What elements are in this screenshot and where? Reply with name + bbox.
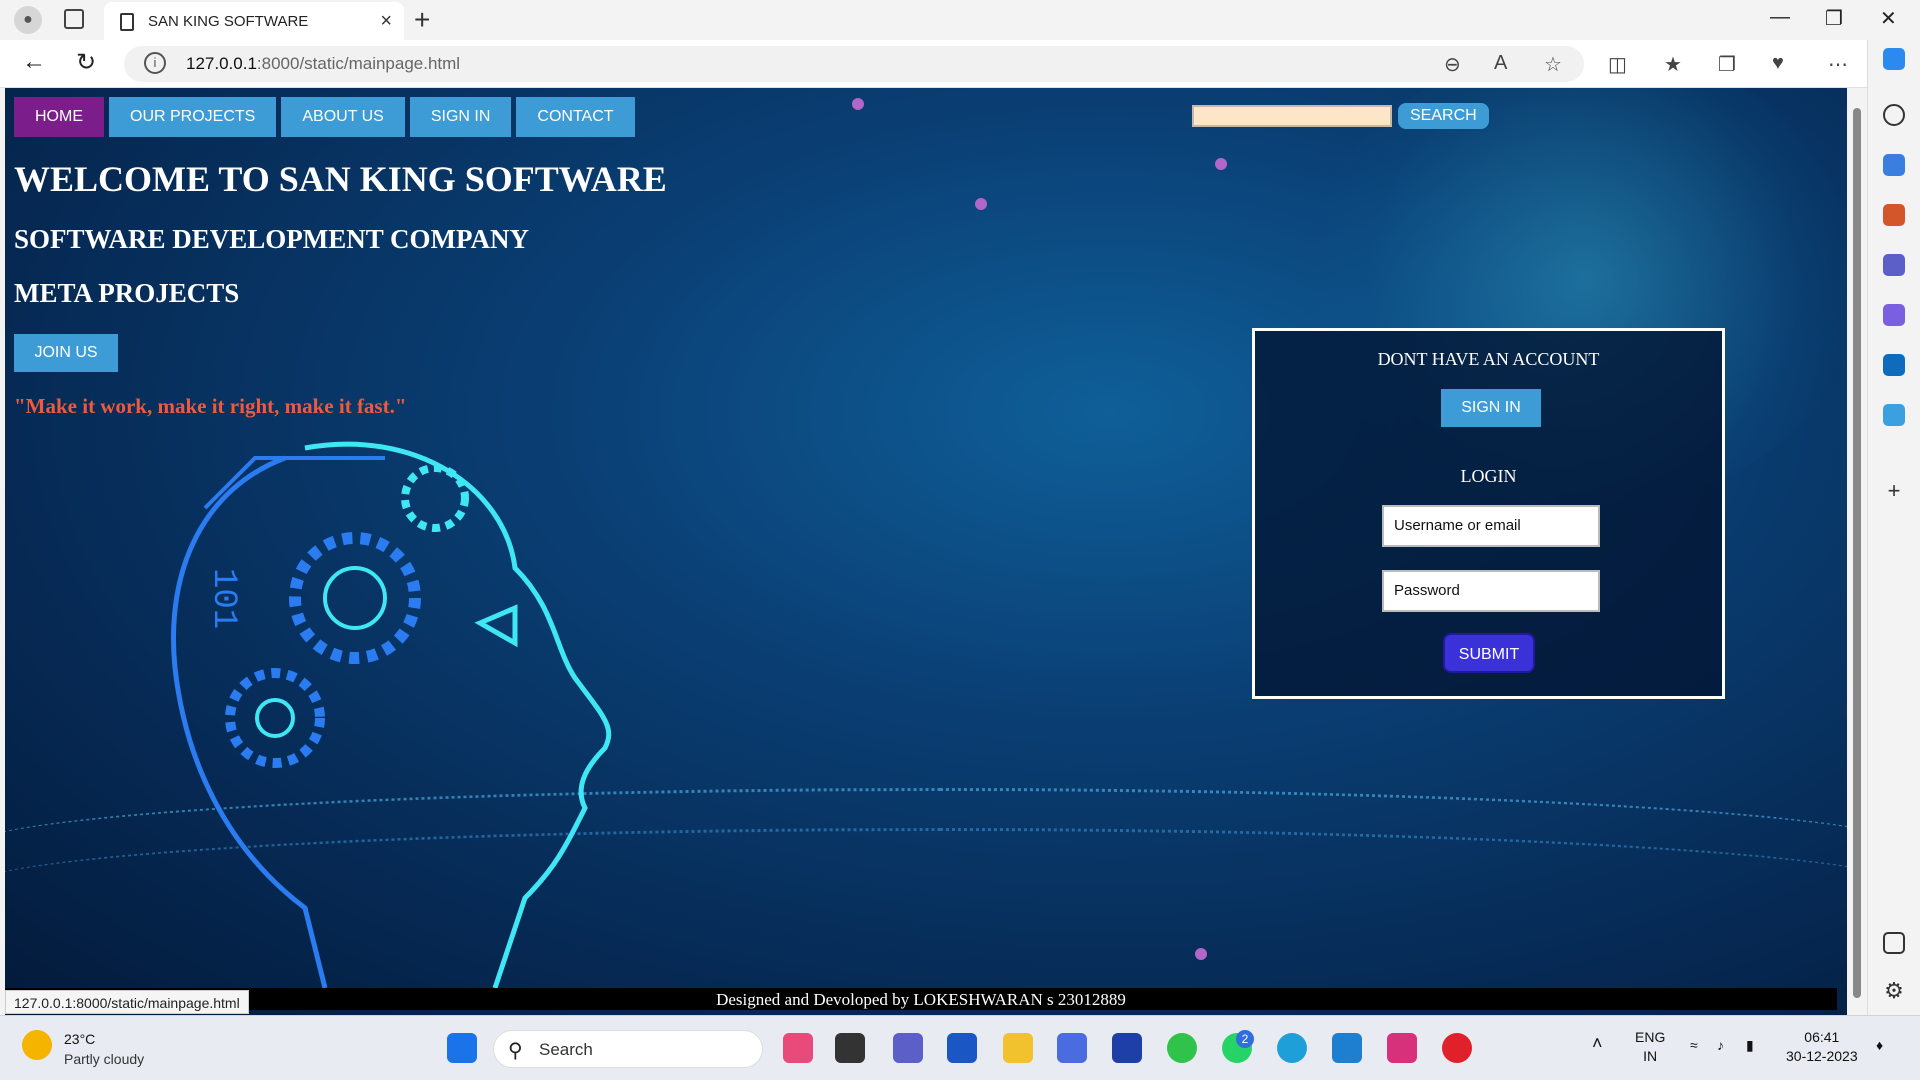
page-scrollbar[interactable] [1847, 88, 1867, 1015]
hide-sidebar-icon[interactable] [1883, 932, 1905, 954]
nav-contact[interactable]: CONTACT [516, 97, 635, 137]
sidebar-search-icon[interactable] [1883, 104, 1905, 126]
login-heading: LOGIN [1460, 466, 1517, 486]
nav-about-us[interactable]: ABOUT US [281, 97, 405, 137]
network-node [852, 98, 864, 110]
edge-sidebar: + ⚙ [1867, 40, 1920, 1015]
copilot-icon[interactable] [1883, 48, 1905, 70]
clock[interactable]: 06:41 30-12-2023 [1786, 1028, 1858, 1066]
weather-desc: Partly cloudy [64, 1051, 145, 1067]
nav-home[interactable]: HOME [14, 97, 104, 137]
page-footer: Designed and Devoloped by LOKESHWARAN s … [5, 988, 1837, 1010]
split-screen-icon[interactable]: ◫ [1608, 52, 1627, 77]
network-node [1215, 158, 1227, 170]
shopping-icon[interactable] [1883, 154, 1905, 176]
page-icon [120, 13, 134, 31]
join-us-button[interactable]: JOIN US [14, 334, 118, 372]
page-viewport: 101 HOME OUR PROJECTS ABOUT US SIGN IN C… [5, 88, 1847, 1015]
edge-icon[interactable] [1277, 1033, 1307, 1063]
teams-icon[interactable] [893, 1033, 923, 1063]
tab-strip: ● SAN KING SOFTWARE × + — ❐ ✕ [0, 0, 1920, 40]
outlook-icon[interactable] [1883, 354, 1905, 376]
url-field[interactable]: i 127.0.0.1:8000/static/mainpage.html ⊖ … [124, 46, 1584, 82]
url-text: 127.0.0.1:8000/static/mainpage.html [186, 54, 461, 73]
ai-head-illustration: 101 [171, 441, 612, 989]
page-title: WELCOME TO SAN KING SOFTWARE [14, 159, 667, 199]
notification-bell-icon[interactable]: ♦ [1876, 1036, 1883, 1055]
nav-sign-in[interactable]: SIGN IN [409, 97, 512, 137]
address-bar: ← ↻ i 127.0.0.1:8000/static/mainpage.htm… [0, 40, 1920, 88]
search-icon: ⚲ [508, 1040, 523, 1062]
vscode-icon[interactable] [1332, 1033, 1362, 1063]
battery-icon[interactable]: ▮ [1746, 1036, 1754, 1055]
taskbar: 23°C Partly cloudy ⚲ Search 2 ˄ ENG IN ≈ … [0, 1015, 1920, 1080]
weather-icon[interactable] [22, 1030, 52, 1060]
sidebar-settings-icon[interactable]: ⚙ [1883, 980, 1905, 1002]
favorite-star-icon[interactable]: ☆ [1544, 52, 1562, 77]
profile-icon[interactable]: ● [14, 6, 42, 34]
network-node [975, 198, 987, 210]
browser-tab[interactable]: SAN KING SOFTWARE × [104, 2, 404, 40]
scroll-thumb[interactable] [1853, 108, 1861, 998]
svg-text:101: 101 [204, 568, 242, 629]
drop-icon[interactable] [1883, 404, 1905, 426]
minimize-icon[interactable]: — [1770, 6, 1790, 29]
more-icon[interactable]: ⋯ [1828, 52, 1848, 77]
footer-credit: Designed and Devoloped by LOKESHWARAN s … [716, 990, 1126, 1009]
restore-icon[interactable]: ❐ [1825, 6, 1843, 31]
site-search-input[interactable] [1192, 105, 1392, 127]
network-node [1195, 948, 1207, 960]
l-app-icon[interactable] [1112, 1033, 1142, 1063]
instagram-icon[interactable] [1387, 1033, 1417, 1063]
collections-icon[interactable]: ❐ [1718, 52, 1736, 77]
opera-icon[interactable] [1442, 1033, 1472, 1063]
page-subtitle-2: META PROJECTS [14, 278, 240, 308]
site-info-icon[interactable]: i [144, 52, 166, 74]
login-panel: DONT HAVE AN ACCOUNT SIGN IN LOGIN Usern… [1252, 328, 1725, 699]
language-indicator[interactable]: ENG IN [1635, 1028, 1665, 1066]
search-button[interactable]: SEARCH [1398, 103, 1489, 129]
wifi-icon[interactable]: ≈ [1690, 1036, 1698, 1055]
whatsapp-badge: 2 [1236, 1030, 1254, 1048]
page-subtitle: SOFTWARE DEVELOPMENT COMPANY [14, 224, 530, 254]
start-icon[interactable] [447, 1033, 477, 1063]
add-sidebar-icon[interactable]: + [1883, 480, 1905, 502]
close-tab-icon[interactable]: × [380, 10, 392, 33]
file-explorer-icon[interactable] [1003, 1033, 1033, 1063]
favorites-icon[interactable]: ★ [1664, 52, 1682, 77]
tray-chevron-icon[interactable]: ˄ [1592, 1034, 1603, 1053]
games-icon[interactable] [1883, 254, 1905, 276]
close-window-icon[interactable]: ✕ [1880, 6, 1897, 31]
taskbar-search[interactable]: ⚲ Search [493, 1030, 763, 1068]
weather-temp: 23°C [64, 1031, 96, 1047]
back-icon[interactable]: ← [22, 48, 46, 76]
store-icon[interactable] [947, 1033, 977, 1063]
password-field[interactable]: Password [1382, 570, 1600, 612]
green-app-icon[interactable] [1167, 1033, 1197, 1063]
nav-our-projects[interactable]: OUR PROJECTS [109, 97, 277, 137]
volume-icon[interactable]: ♪ [1717, 1036, 1724, 1055]
tab-actions-icon[interactable] [64, 9, 84, 29]
tools-icon[interactable] [1883, 204, 1905, 226]
refresh-icon[interactable]: ↻ [76, 48, 96, 77]
username-field[interactable]: Username or email [1382, 505, 1600, 547]
zoom-out-icon[interactable]: ⊖ [1444, 52, 1461, 77]
panel-sign-in-button[interactable]: SIGN IN [1441, 389, 1541, 427]
submit-button[interactable]: SUBMIT [1443, 633, 1535, 673]
m365-icon[interactable] [1883, 304, 1905, 326]
status-url-tooltip: 127.0.0.1:8000/static/mainpage.html [5, 990, 249, 1014]
copilot-pre-icon[interactable] [783, 1033, 813, 1063]
tagline-quote: "Make it work, make it right, make it fa… [14, 394, 407, 418]
read-aloud-icon[interactable]: A [1494, 52, 1507, 75]
no-account-text: DONT HAVE AN ACCOUNT [1377, 349, 1600, 369]
health-icon[interactable]: ♥ [1772, 52, 1784, 75]
tab-title: SAN KING SOFTWARE [148, 13, 309, 30]
task-view-icon[interactable] [835, 1033, 865, 1063]
app-icon[interactable] [1057, 1033, 1087, 1063]
new-tab-icon[interactable]: + [414, 4, 430, 36]
site-nav: HOME OUR PROJECTS ABOUT US SIGN IN CONTA… [14, 97, 635, 137]
